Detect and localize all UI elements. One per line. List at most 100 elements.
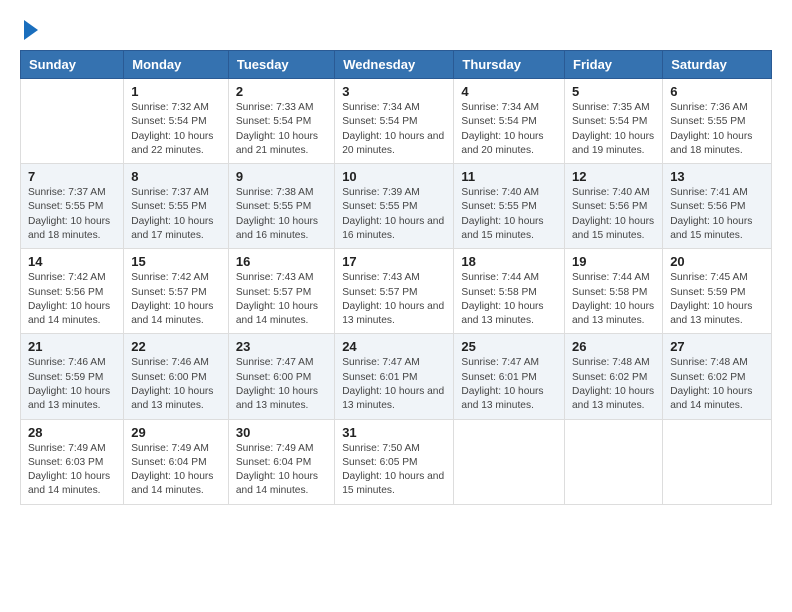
calendar-cell: 13Sunrise: 7:41 AMSunset: 5:56 PMDayligh… <box>663 164 772 249</box>
calendar-table: SundayMondayTuesdayWednesdayThursdayFrid… <box>20 50 772 505</box>
column-header-wednesday: Wednesday <box>335 51 454 79</box>
calendar-cell: 31 Sunrise: 7:50 AMSunset: 6:05 PMDayligh… <box>335 419 454 504</box>
calendar-cell: 18Sunrise: 7:44 AMSunset: 5:58 PMDayligh… <box>454 249 565 334</box>
day-number: 8 <box>131 169 221 184</box>
calendar-cell: 8 Sunrise: 7:37 AMSunset: 5:55 PMDaylight… <box>124 164 229 249</box>
cell-content: Sunrise: 7:50 AMSunset: 6:05 PMDaylight:… <box>342 442 446 499</box>
day-number: 30 <box>236 425 327 440</box>
calendar-cell: 1 Sunrise: 7:32 AMSunset: 5:54 PMDaylight… <box>124 79 229 164</box>
cell-content: Sunrise: 7:43 AMSunset: 5:57 PMDaylight:… <box>342 271 446 328</box>
calendar-cell: 21 Sunrise: 7:46 AMSunset: 5:59 PMDayligh… <box>21 334 124 419</box>
day-number: 2 <box>236 84 327 99</box>
calendar-cell <box>21 79 124 164</box>
day-number: 7 <box>28 169 116 184</box>
cell-content: Sunrise: 7:34 AMSunset: 5:54 PMDaylight:… <box>461 101 557 158</box>
calendar-cell: 6Sunrise: 7:36 AMSunset: 5:55 PMDaylight… <box>663 79 772 164</box>
cell-content: Sunrise: 7:42 AMSunset: 5:57 PMDaylight:… <box>131 271 221 328</box>
cell-content: Sunrise: 7:39 AMSunset: 5:55 PMDaylight:… <box>342 186 446 243</box>
day-number: 22 <box>131 339 221 354</box>
cell-content: Sunrise: 7:38 AMSunset: 5:55 PMDaylight:… <box>236 186 327 243</box>
cell-content: Sunrise: 7:47 AMSunset: 6:01 PMDaylight:… <box>461 356 557 413</box>
calendar-cell: 29 Sunrise: 7:49 AMSunset: 6:04 PMDayligh… <box>124 419 229 504</box>
cell-content: Sunrise: 7:32 AMSunset: 5:54 PMDaylight:… <box>131 101 221 158</box>
calendar-cell: 4 Sunrise: 7:34 AMSunset: 5:54 PMDaylight… <box>454 79 565 164</box>
cell-content: Sunrise: 7:35 AMSunset: 5:54 PMDaylight:… <box>572 101 655 158</box>
calendar-cell <box>454 419 565 504</box>
cell-content: Sunrise: 7:36 AMSunset: 5:55 PMDaylight:… <box>670 101 764 158</box>
day-number: 26 <box>572 339 655 354</box>
cell-content: Sunrise: 7:49 AMSunset: 6:04 PMDaylight:… <box>131 442 221 499</box>
calendar-cell: 26 Sunrise: 7:48 AMSunset: 6:02 PMDayligh… <box>565 334 663 419</box>
calendar-cell: 22 Sunrise: 7:46 AMSunset: 6:00 PMDayligh… <box>124 334 229 419</box>
day-number: 12 <box>572 169 655 184</box>
cell-content: Sunrise: 7:46 AMSunset: 6:00 PMDaylight:… <box>131 356 221 413</box>
calendar-cell: 9 Sunrise: 7:38 AMSunset: 5:55 PMDaylight… <box>228 164 334 249</box>
calendar-cell: 30 Sunrise: 7:49 AMSunset: 6:04 PMDayligh… <box>228 419 334 504</box>
cell-content: Sunrise: 7:45 AMSunset: 5:59 PMDaylight:… <box>670 271 764 328</box>
column-header-tuesday: Tuesday <box>228 51 334 79</box>
calendar-cell: 14 Sunrise: 7:42 AMSunset: 5:56 PMDayligh… <box>21 249 124 334</box>
calendar-cell: 23 Sunrise: 7:47 AMSunset: 6:00 PMDayligh… <box>228 334 334 419</box>
day-number: 28 <box>28 425 116 440</box>
cell-content: Sunrise: 7:41 AMSunset: 5:56 PMDaylight:… <box>670 186 764 243</box>
column-header-monday: Monday <box>124 51 229 79</box>
day-number: 9 <box>236 169 327 184</box>
calendar-cell: 12 Sunrise: 7:40 AMSunset: 5:56 PMDayligh… <box>565 164 663 249</box>
calendar-cell: 10 Sunrise: 7:39 AMSunset: 5:55 PMDayligh… <box>335 164 454 249</box>
calendar-week-row: 7 Sunrise: 7:37 AMSunset: 5:55 PMDaylight… <box>21 164 772 249</box>
calendar-cell: 3 Sunrise: 7:34 AMSunset: 5:54 PMDaylight… <box>335 79 454 164</box>
calendar-cell: 5 Sunrise: 7:35 AMSunset: 5:54 PMDaylight… <box>565 79 663 164</box>
day-number: 24 <box>342 339 446 354</box>
calendar-cell: 2 Sunrise: 7:33 AMSunset: 5:54 PMDaylight… <box>228 79 334 164</box>
cell-content: Sunrise: 7:49 AMSunset: 6:04 PMDaylight:… <box>236 442 327 499</box>
column-header-thursday: Thursday <box>454 51 565 79</box>
calendar-cell: 24 Sunrise: 7:47 AMSunset: 6:01 PMDayligh… <box>335 334 454 419</box>
day-number: 4 <box>461 84 557 99</box>
day-number: 20 <box>670 254 764 269</box>
column-header-sunday: Sunday <box>21 51 124 79</box>
calendar-cell: 15Sunrise: 7:42 AMSunset: 5:57 PMDayligh… <box>124 249 229 334</box>
cell-content: Sunrise: 7:47 AMSunset: 6:01 PMDaylight:… <box>342 356 446 413</box>
calendar-cell: 16Sunrise: 7:43 AMSunset: 5:57 PMDayligh… <box>228 249 334 334</box>
cell-content: Sunrise: 7:48 AMSunset: 6:02 PMDaylight:… <box>572 356 655 413</box>
calendar-cell <box>565 419 663 504</box>
day-number: 29 <box>131 425 221 440</box>
calendar-cell: 11Sunrise: 7:40 AMSunset: 5:55 PMDayligh… <box>454 164 565 249</box>
logo-arrow-icon <box>24 20 38 40</box>
day-number: 18 <box>461 254 557 269</box>
cell-content: Sunrise: 7:40 AMSunset: 5:56 PMDaylight:… <box>572 186 655 243</box>
day-number: 23 <box>236 339 327 354</box>
day-number: 31 <box>342 425 446 440</box>
day-number: 10 <box>342 169 446 184</box>
cell-content: Sunrise: 7:33 AMSunset: 5:54 PMDaylight:… <box>236 101 327 158</box>
calendar-cell: 28 Sunrise: 7:49 AMSunset: 6:03 PMDayligh… <box>21 419 124 504</box>
day-number: 3 <box>342 84 446 99</box>
cell-content: Sunrise: 7:34 AMSunset: 5:54 PMDaylight:… <box>342 101 446 158</box>
column-header-saturday: Saturday <box>663 51 772 79</box>
calendar-cell: 27 Sunrise: 7:48 AMSunset: 6:02 PMDayligh… <box>663 334 772 419</box>
column-header-friday: Friday <box>565 51 663 79</box>
day-number: 1 <box>131 84 221 99</box>
calendar-week-row: 21 Sunrise: 7:46 AMSunset: 5:59 PMDayligh… <box>21 334 772 419</box>
calendar-week-row: 28 Sunrise: 7:49 AMSunset: 6:03 PMDayligh… <box>21 419 772 504</box>
cell-content: Sunrise: 7:40 AMSunset: 5:55 PMDaylight:… <box>461 186 557 243</box>
calendar-cell <box>663 419 772 504</box>
cell-content: Sunrise: 7:37 AMSunset: 5:55 PMDaylight:… <box>131 186 221 243</box>
calendar-cell: 25Sunrise: 7:47 AMSunset: 6:01 PMDayligh… <box>454 334 565 419</box>
cell-content: Sunrise: 7:46 AMSunset: 5:59 PMDaylight:… <box>28 356 116 413</box>
calendar-week-row: 1 Sunrise: 7:32 AMSunset: 5:54 PMDaylight… <box>21 79 772 164</box>
day-number: 14 <box>28 254 116 269</box>
calendar-header-row: SundayMondayTuesdayWednesdayThursdayFrid… <box>21 51 772 79</box>
cell-content: Sunrise: 7:42 AMSunset: 5:56 PMDaylight:… <box>28 271 116 328</box>
cell-content: Sunrise: 7:47 AMSunset: 6:00 PMDaylight:… <box>236 356 327 413</box>
day-number: 19 <box>572 254 655 269</box>
calendar-week-row: 14 Sunrise: 7:42 AMSunset: 5:56 PMDayligh… <box>21 249 772 334</box>
cell-content: Sunrise: 7:43 AMSunset: 5:57 PMDaylight:… <box>236 271 327 328</box>
cell-content: Sunrise: 7:48 AMSunset: 6:02 PMDaylight:… <box>670 356 764 413</box>
day-number: 27 <box>670 339 764 354</box>
calendar-cell: 7Sunrise: 7:37 AMSunset: 5:55 PMDaylight… <box>21 164 124 249</box>
cell-content: Sunrise: 7:49 AMSunset: 6:03 PMDaylight:… <box>28 442 116 499</box>
day-number: 17 <box>342 254 446 269</box>
day-number: 21 <box>28 339 116 354</box>
day-number: 5 <box>572 84 655 99</box>
